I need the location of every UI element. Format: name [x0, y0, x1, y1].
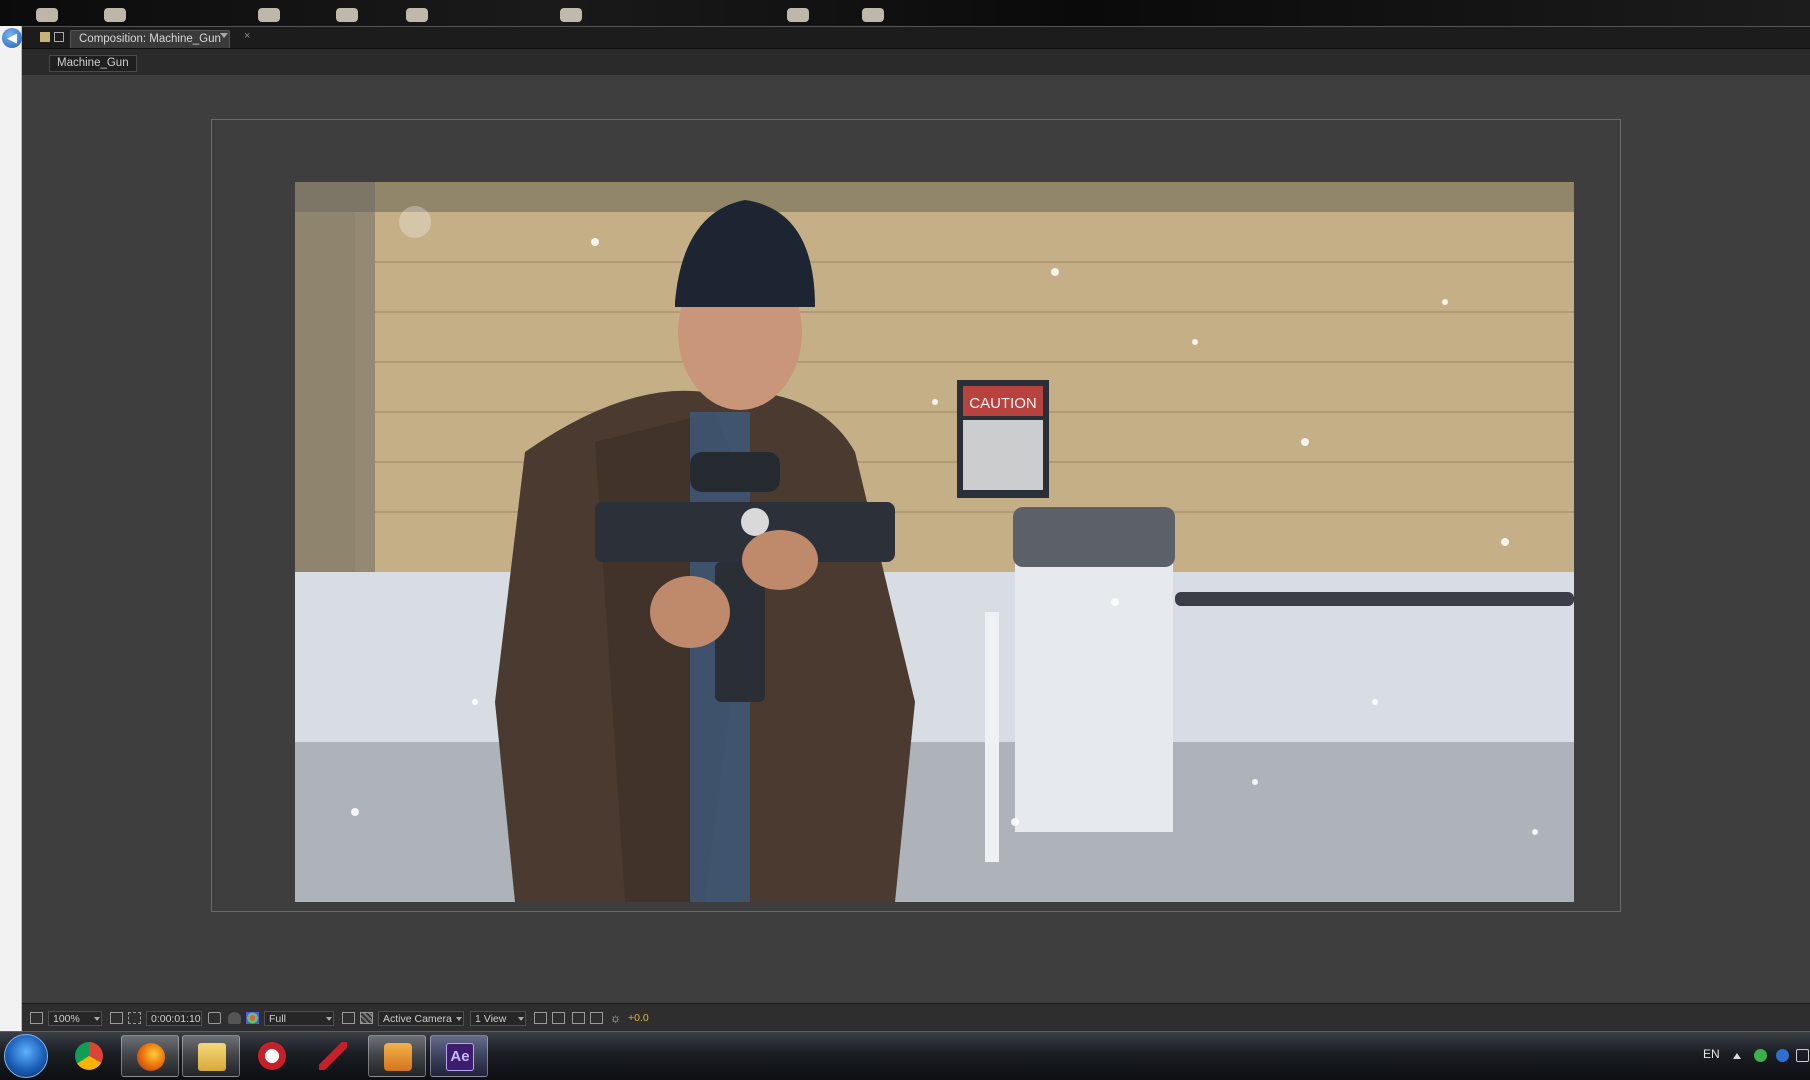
explorer-icon: [198, 1043, 226, 1071]
show-snapshot-icon[interactable]: [228, 1012, 241, 1024]
security-icon[interactable]: [1754, 1049, 1767, 1062]
background-blob: [36, 8, 58, 22]
exposure-icon[interactable]: ☼: [610, 1012, 623, 1024]
back-arrow-icon[interactable]: ◀: [2, 28, 22, 48]
footage-scene-image: CAUTION: [295, 182, 1574, 902]
background-blob: [406, 8, 428, 22]
taskbar-firefox[interactable]: [121, 1035, 179, 1077]
panel-color-swatch[interactable]: [40, 32, 50, 42]
always-preview-icon[interactable]: [30, 1012, 43, 1024]
show-hidden-icons[interactable]: [1733, 1053, 1741, 1059]
exposure-value[interactable]: +0.0: [628, 1011, 649, 1026]
background-blob: [258, 8, 280, 22]
background-blob: [336, 8, 358, 22]
chevron-down-icon[interactable]: [456, 1017, 462, 1021]
tab-composition[interactable]: Composition: Machine_Gun: [70, 30, 230, 48]
channels-icon[interactable]: [246, 1012, 259, 1024]
resolution-dropdown[interactable]: Full: [264, 1011, 334, 1026]
caution-sign-text: CAUTION: [969, 395, 1037, 412]
chevron-down-icon[interactable]: [94, 1017, 100, 1021]
chevron-down-icon[interactable]: [220, 33, 228, 38]
windows-taskbar: Ae EN: [0, 1031, 1810, 1080]
footage-frame: CAUTION: [295, 182, 1574, 902]
camera-view-dropdown[interactable]: Active Camera: [378, 1011, 464, 1026]
chevron-down-icon[interactable]: [326, 1017, 332, 1021]
after-effects-window: Composition: Machine_Gun × Machine_Gun C…: [22, 26, 1810, 1032]
background-window-edge: [0, 26, 22, 1031]
taskbar-after-effects[interactable]: Ae: [430, 1035, 488, 1077]
region-of-interest-icon[interactable]: [342, 1012, 355, 1024]
sound-app-icon: [319, 1042, 347, 1070]
mask-visibility-icon[interactable]: [128, 1012, 141, 1024]
start-button[interactable]: [4, 1034, 48, 1078]
camera-snapshot-icon[interactable]: [208, 1012, 221, 1024]
composition-viewer[interactable]: CAUTION: [22, 75, 1810, 1003]
taskbar-chrome[interactable]: [60, 1035, 118, 1077]
media-player-icon: [384, 1043, 412, 1071]
taskbar-ccleaner[interactable]: [243, 1035, 301, 1077]
transparency-grid-icon[interactable]: [360, 1012, 373, 1024]
firefox-icon: [137, 1043, 165, 1071]
background-app-strip: [0, 0, 1810, 26]
comp-name-button[interactable]: Machine_Gun: [49, 55, 137, 72]
toggle-pixel-aspect-icon[interactable]: [534, 1012, 547, 1024]
panel-tab-bar: Composition: Machine_Gun ×: [22, 27, 1810, 49]
background-blob: [560, 8, 582, 22]
chevron-down-icon[interactable]: [518, 1017, 524, 1021]
chrome-icon: [75, 1042, 103, 1070]
current-time-field[interactable]: 0:00:01:10: [146, 1011, 202, 1026]
taskbar-explorer[interactable]: [182, 1035, 240, 1077]
after-effects-icon: Ae: [446, 1043, 474, 1071]
safe-zones-icon[interactable]: [110, 1012, 123, 1024]
taskbar-media-player[interactable]: [368, 1035, 426, 1077]
flowchart-icon[interactable]: [590, 1012, 603, 1024]
bluetooth-icon[interactable]: [1776, 1049, 1789, 1062]
ccleaner-icon: [258, 1042, 286, 1070]
background-blob: [862, 8, 884, 22]
language-indicator[interactable]: EN: [1703, 1047, 1720, 1061]
taskbar-sound-app[interactable]: [304, 1035, 362, 1077]
timeline-icon[interactable]: [572, 1012, 585, 1024]
fast-previews-icon[interactable]: [552, 1012, 565, 1024]
network-icon[interactable]: [1796, 1049, 1809, 1062]
background-blob: [104, 8, 126, 22]
viewer-toolbar: 100% 0:00:01:10 Full Active Camera 1 Vie…: [22, 1003, 1810, 1032]
background-blob: [787, 8, 809, 22]
close-icon[interactable]: ×: [244, 30, 250, 42]
lock-icon[interactable]: [54, 32, 64, 42]
